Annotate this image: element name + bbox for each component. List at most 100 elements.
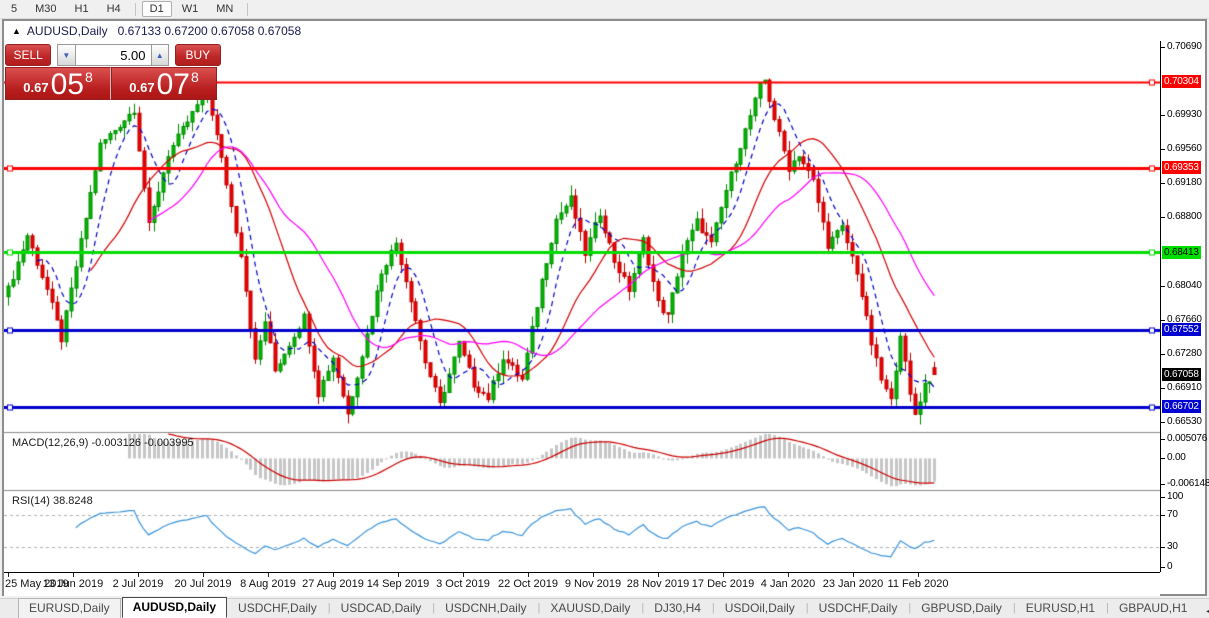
macd-tick-mark (1161, 484, 1165, 485)
time-tick-mark (723, 573, 724, 577)
macd-tick-label: -0.006148 (1167, 478, 1209, 489)
tab-usdchf-daily[interactable]: USDCHF,Daily (228, 599, 327, 618)
sell-price-big-digits: 05 (50, 68, 84, 101)
volume-input[interactable] (75, 44, 151, 66)
time-tick-label: 11 Feb 2020 (887, 578, 949, 590)
tab-usdoil-daily[interactable]: USDOil,Daily (715, 599, 805, 618)
tab-scroll-left-icon[interactable]: ◄ (1198, 606, 1209, 616)
price-tick-mark (1161, 422, 1165, 424)
time-tick-label: 23 Jan 2020 (822, 578, 884, 590)
tab-eurusd-daily[interactable]: EURUSD,Daily (18, 598, 121, 618)
time-tick-label: 22 Oct 2019 (498, 578, 558, 590)
tab-dj30-h4[interactable]: DJ30,H4 (644, 599, 711, 618)
price-tick-mark (1161, 320, 1165, 322)
time-tick-label: 3 Oct 2019 (436, 578, 490, 590)
price-tick-mark (1161, 115, 1165, 117)
price-tick-label: 0.66530 (1167, 416, 1202, 428)
price-tick-label: 0.67280 (1167, 348, 1202, 360)
price-tick-label: 0.68800 (1167, 211, 1202, 223)
time-tick-label: 8 Aug 2019 (240, 578, 296, 590)
time-tick-mark (138, 573, 139, 577)
price-level-label: 0.66702 (1162, 400, 1201, 414)
tab-xauusd-daily[interactable]: XAUUSD,Daily (540, 599, 640, 618)
timeframe-button-m30[interactable]: M30 (27, 1, 64, 17)
time-tick-mark (658, 573, 659, 577)
price-axis[interactable]: 0.70690 0.69930 0.69560 0.69180 0.68800 0.680… (1160, 40, 1209, 572)
tab-gbpusd-daily[interactable]: GBPUSD,Daily (911, 599, 1012, 618)
buy-price-display[interactable]: 0.67 07 8 (111, 67, 217, 100)
time-tick-mark (203, 573, 204, 577)
tab-usdcnh-daily[interactable]: USDCNH,Daily (435, 599, 536, 618)
rsi-tick-mark (1161, 567, 1165, 568)
sell-button[interactable]: SELL (5, 44, 52, 66)
volume-increase-button[interactable]: ▲ (150, 44, 169, 66)
price-level-label: 0.68413 (1162, 245, 1201, 259)
time-tick-label: 13 Jun 2019 (42, 578, 104, 590)
tab-usdcad-daily[interactable]: USDCAD,Daily (331, 599, 432, 618)
volume-decrease-button[interactable]: ▼ (57, 44, 76, 66)
time-tick-mark (788, 573, 789, 577)
rsi-tick-mark (1161, 497, 1165, 498)
chart-canvas[interactable] (4, 41, 1160, 572)
price-tick-label: 0.70690 (1167, 40, 1202, 52)
tab-usdchf-daily-2[interactable]: USDCHF,Daily (809, 599, 908, 618)
time-tick-mark (918, 573, 919, 577)
price-tick-mark (1161, 217, 1165, 219)
price-tick-label: 0.68040 (1167, 279, 1202, 291)
time-tick-mark (463, 573, 464, 577)
timeframe-button-w1[interactable]: W1 (174, 1, 207, 17)
buy-price-big-digits: 07 (156, 68, 190, 101)
time-tick-label: 2 Jul 2019 (112, 578, 164, 590)
price-level-label: 0.67552 (1162, 323, 1201, 337)
time-axis[interactable]: 25 May 2019 13 Jun 2019 2 Jul 2019 20 Jul 2… (4, 572, 1160, 596)
chart-tab-bar: EURUSD,Daily AUDUSD,Daily USDCHF,Daily | USD… (0, 597, 1209, 618)
sell-price-prefix: 0.67 (23, 80, 49, 95)
price-level-label: 0.69353 (1162, 161, 1201, 175)
rsi-indicator-label: RSI(14) 38.8248 (12, 495, 93, 507)
time-tick-label: 28 Nov 2019 (626, 578, 690, 590)
time-tick-label: 14 Sep 2019 (366, 578, 430, 590)
timeframe-button-mn[interactable]: MN (208, 1, 241, 17)
price-tick-mark (1161, 46, 1165, 48)
buy-button[interactable]: BUY (174, 44, 221, 66)
rsi-tick-label: 70 (1167, 509, 1178, 521)
time-tick-mark (8, 573, 9, 577)
tab-eurusd-h1[interactable]: EURUSD,H1 (1016, 599, 1105, 618)
collapse-panel-icon[interactable]: ▲ (12, 26, 21, 36)
price-tick-label: 0.69930 (1167, 109, 1202, 121)
timeframe-button-d1[interactable]: D1 (141, 1, 172, 17)
chart-ohlc-values: 0.67133 0.67200 0.67058 0.67058 (117, 24, 302, 38)
timeframe-button-5[interactable]: 5 (3, 1, 25, 17)
macd-tick-mark (1161, 439, 1165, 440)
macd-indicator-label: MACD(12,26,9) -0.003126 -0.003995 (12, 437, 194, 449)
timeframe-toolbar: 5 M30 H1 H4 D1 W1 MN (0, 0, 1209, 19)
one-click-trading-panel: SELL ▼ ▲ BUY 0.67 05 8 0.67 07 8 (5, 44, 221, 100)
time-tick-mark (853, 573, 854, 577)
price-tick-mark (1161, 148, 1165, 150)
rsi-tick-label: 0 (1167, 561, 1173, 572)
rsi-tick-mark (1161, 515, 1165, 517)
time-tick-mark (398, 573, 399, 577)
time-tick-label: 27 Aug 2019 (302, 578, 364, 590)
price-tick-label: 0.69560 (1167, 142, 1202, 154)
time-tick-label: 9 Nov 2019 (564, 578, 622, 590)
tab-gbpaud-h1[interactable]: GBPAUD,H1 (1109, 599, 1197, 618)
timeframe-button-h1[interactable]: H1 (67, 1, 97, 17)
rsi-tick-label: 100 (1167, 491, 1184, 502)
sell-price-display[interactable]: 0.67 05 8 (5, 67, 111, 100)
trading-terminal: 5 M30 H1 H4 D1 W1 MN ▲ AUDUSD,Daily 0.67133 0.… (0, 0, 1209, 618)
macd-tick-label: 0.00 (1167, 452, 1186, 464)
macd-tick-mark (1161, 458, 1165, 460)
time-tick-mark (268, 573, 269, 577)
rsi-tick-label: 30 (1167, 540, 1178, 552)
timeframe-button-h4[interactable]: H4 (99, 1, 129, 17)
time-tick-mark (333, 573, 334, 577)
toolbar-separator (134, 2, 136, 16)
price-tick-label: 0.66910 (1167, 381, 1202, 393)
price-tick-label: 0.69180 (1167, 177, 1202, 189)
time-tick-label: 4 Jan 2020 (760, 578, 816, 590)
tab-audusd-daily[interactable]: AUDUSD,Daily (121, 597, 228, 618)
toolbar-separator (247, 2, 249, 16)
time-tick-mark (528, 573, 529, 577)
tab-scroll-buttons: ◄► (1198, 606, 1209, 618)
